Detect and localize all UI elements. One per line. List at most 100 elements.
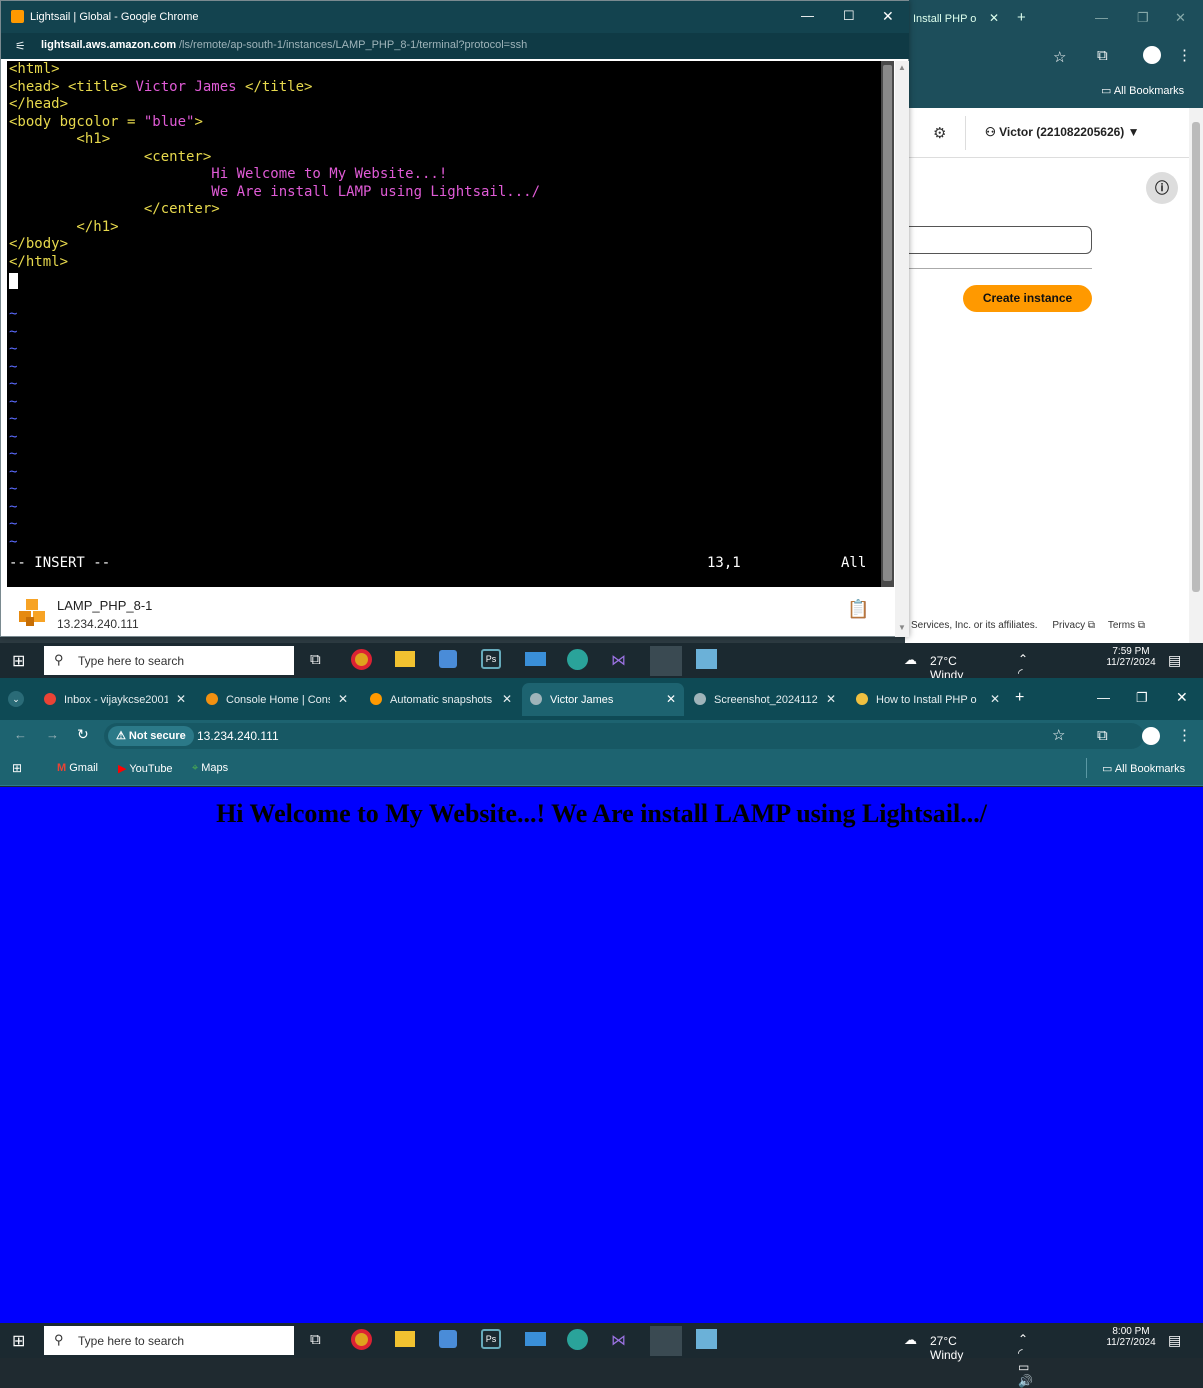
restore-icon[interactable]: ❐	[1136, 690, 1148, 706]
popup-scrollbar[interactable]: ▲ ▼	[895, 61, 909, 637]
notifications-icon[interactable]: ▤	[1168, 652, 1181, 669]
create-instance-button[interactable]: Create instance	[963, 285, 1092, 312]
restore-icon[interactable]: ❐	[1137, 10, 1149, 26]
clock[interactable]: 7:59 PM 11/27/2024	[1102, 646, 1160, 668]
new-tab-icon[interactable]: +	[1015, 689, 1024, 707]
tab[interactable]: Console Home | Cons ✕	[198, 683, 356, 716]
avatar[interactable]	[1142, 727, 1160, 745]
minimize-icon[interactable]: —	[801, 8, 814, 23]
clock[interactable]: 8:00 PM 11/27/2024	[1102, 1326, 1160, 1348]
star-icon[interactable]: ☆	[1052, 726, 1065, 744]
bookmark-youtube[interactable]: ▶ YouTube	[118, 762, 173, 775]
name-input[interactable]	[905, 226, 1092, 254]
privacy-link[interactable]: Privacy ⧉	[1052, 620, 1095, 631]
privacy-label: Privacy	[1052, 620, 1086, 631]
scrollbar[interactable]	[1189, 108, 1203, 643]
store-icon[interactable]	[439, 1330, 457, 1348]
close-window-icon[interactable]: ✕	[1175, 10, 1186, 26]
clipboard-icon[interactable]: 📋	[847, 599, 869, 620]
task-view-icon[interactable]: ⧉	[310, 651, 321, 668]
photos-icon[interactable]	[696, 649, 717, 669]
all-bookmarks[interactable]: ▭ All Bookmarks	[1101, 84, 1184, 97]
avatar[interactable]	[1143, 46, 1161, 64]
scroll-down-icon[interactable]: ▼	[898, 623, 906, 632]
windows-start-icon[interactable]: ⊞	[12, 1331, 25, 1351]
user-menu[interactable]: ⚇ Victor (221082205626) ▼	[985, 125, 1140, 139]
close-window-icon[interactable]: ✕	[1176, 689, 1188, 706]
chrome-icon[interactable]	[351, 1329, 372, 1350]
terminal-tag: </html>	[9, 253, 69, 270]
tab-label: Victor James	[550, 694, 614, 706]
back-icon[interactable]: ←	[14, 727, 27, 742]
chrome-icon[interactable]	[351, 649, 372, 670]
maximize-icon[interactable]: ☐	[843, 8, 855, 24]
forward-icon[interactable]: →	[46, 727, 59, 742]
mail-icon[interactable]	[525, 652, 546, 666]
scroll-thumb[interactable]	[1192, 122, 1200, 592]
taskbar-search[interactable]: ⚲ Type here to search	[44, 1326, 294, 1355]
edge-icon[interactable]	[567, 649, 588, 670]
bookmark-maps[interactable]: ⌖ Maps	[192, 762, 228, 775]
tab[interactable]: Victor James ✕	[522, 683, 684, 716]
menu-icon[interactable]: ⋮	[1177, 46, 1192, 64]
menu-icon[interactable]: ⋮	[1177, 726, 1192, 744]
file-explorer-icon[interactable]	[395, 1331, 415, 1347]
close-icon[interactable]: ✕	[990, 692, 1000, 706]
close-icon[interactable]: ✕	[338, 692, 348, 706]
site-info-icon[interactable]: ⚟	[15, 39, 26, 53]
close-icon[interactable]: ✕	[882, 8, 894, 25]
close-icon[interactable]: ✕	[502, 692, 512, 706]
popup-url-bar: ⚟ lightsail.aws.amazon.com /ls/remote/ap…	[1, 33, 909, 59]
extensions-icon[interactable]: ⧉	[1097, 727, 1108, 744]
extensions-icon[interactable]: ⧉	[1097, 47, 1108, 64]
task-view-icon[interactable]: ⧉	[310, 1331, 321, 1348]
notifications-icon[interactable]: ▤	[1168, 1332, 1181, 1349]
tab[interactable]: Inbox - vijaykcse2001 ✕	[36, 683, 194, 716]
date: 11/27/2024	[1106, 1337, 1156, 1348]
tray-icons[interactable]: ⌃ ◜ ▭ 🔊	[1018, 1332, 1033, 1388]
info-icon[interactable]: ⓘ	[1146, 172, 1178, 204]
not-secure-chip[interactable]: ⚠ Not secure	[108, 726, 194, 746]
all-bookmarks[interactable]: ▭ All Bookmarks	[1102, 762, 1185, 775]
terminal-text: Hi Welcome to My Website...!	[9, 166, 448, 182]
terminal[interactable]: <html> <head> <title> Victor James </titl…	[7, 61, 894, 587]
close-icon[interactable]: ✕	[666, 692, 676, 706]
close-icon[interactable]: ✕	[826, 692, 836, 706]
new-tab-icon[interactable]: +	[1017, 9, 1026, 26]
bg-tab-label[interactable]: Install PHP o	[913, 13, 976, 25]
reload-icon[interactable]: ↻	[77, 726, 89, 743]
taskbar-search[interactable]: ⚲ Type here to search	[44, 646, 294, 675]
windows-start-icon[interactable]: ⊞	[12, 651, 25, 671]
settings-icon[interactable]: ⚙	[933, 124, 946, 142]
scroll-up-icon[interactable]: ▲	[898, 63, 906, 72]
tab[interactable]: How to Install PHP o ✕	[848, 683, 1008, 716]
tab-search-icon[interactable]: ⌄	[8, 691, 24, 707]
star-icon[interactable]: ☆	[1053, 48, 1066, 66]
mail-icon[interactable]	[525, 1332, 546, 1346]
chrome-active-icon[interactable]	[650, 1326, 682, 1356]
apps-icon[interactable]: ⊞	[12, 761, 22, 775]
minimize-icon[interactable]: —	[1095, 10, 1108, 25]
chrome-active-icon[interactable]	[650, 646, 682, 676]
weather-icon[interactable]: ☁	[904, 652, 917, 668]
tab[interactable]: Screenshot_2024112 ✕	[686, 683, 844, 716]
tab[interactable]: Automatic snapshots ✕	[362, 683, 520, 716]
bookmark-gmail[interactable]: M Gmail	[57, 762, 98, 774]
photos-icon[interactable]	[696, 1329, 717, 1349]
edge-icon[interactable]	[567, 1329, 588, 1350]
minimize-icon[interactable]: —	[1097, 690, 1110, 705]
weather-icon[interactable]: ☁	[904, 1332, 917, 1348]
store-icon[interactable]	[439, 650, 457, 668]
omnibox[interactable]: ⚠ Not secure 13.234.240.111 ☆	[104, 723, 1144, 749]
date: 11/27/2024	[1106, 657, 1156, 668]
scroll-thumb[interactable]	[883, 65, 892, 581]
visual-studio-icon[interactable]: ⋈	[611, 1331, 626, 1349]
close-icon[interactable]: ✕	[989, 11, 999, 25]
terminal-scrollbar[interactable]	[881, 61, 894, 587]
terms-link[interactable]: Terms ⧉	[1108, 620, 1145, 631]
file-explorer-icon[interactable]	[395, 651, 415, 667]
visual-studio-icon[interactable]: ⋈	[611, 651, 626, 669]
close-icon[interactable]: ✕	[176, 692, 186, 706]
photoshop-icon[interactable]: Ps	[481, 649, 501, 669]
photoshop-icon[interactable]: Ps	[481, 1329, 501, 1349]
